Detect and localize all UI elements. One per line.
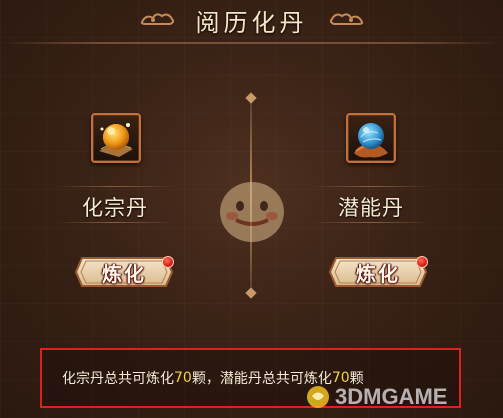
item-slot-qiannengdan[interactable] <box>346 113 396 163</box>
name-rule-bottom-right <box>311 222 431 223</box>
page-title: 阅历化丹 <box>195 8 308 37</box>
title-bar: 阅历化丹 <box>0 0 503 40</box>
name-rule-top-right <box>311 186 431 187</box>
cloud-ornament-right-icon <box>329 13 364 25</box>
mascot-watermark-icon <box>220 182 284 242</box>
refine-button-label: 炼化 <box>102 261 146 286</box>
divider-cap-top <box>245 92 257 104</box>
summary-count-huazongdan: 70 <box>174 370 192 386</box>
blue-pill-icon <box>354 123 388 158</box>
refine-button-label: 炼化 <box>356 261 400 286</box>
name-rule-top-left <box>55 186 175 187</box>
golden-pill-icon <box>99 123 133 157</box>
item-name-huazongdan: 化宗丹 <box>82 196 148 220</box>
watermark: 3DMGAME <box>305 382 447 412</box>
watermark-text: 3DMGAME <box>335 384 448 409</box>
cloud-ornament-left-icon <box>140 13 175 25</box>
notification-dot <box>416 256 428 268</box>
refine-button-qiannengdan[interactable]: 炼化 <box>328 256 428 288</box>
refine-button-huazongdan[interactable]: 炼化 <box>74 256 174 288</box>
watermark-logo-icon <box>307 386 329 408</box>
divider-cap-bottom <box>245 287 257 299</box>
item-name-qiannengdan: 潜能丹 <box>338 196 404 220</box>
name-rule-bottom-left <box>55 222 175 223</box>
item-slot-huazongdan[interactable] <box>91 113 141 163</box>
title-divider <box>0 42 503 44</box>
summary-text-1: 化宗丹总共可炼化 <box>62 371 174 387</box>
notification-dot <box>162 256 174 268</box>
